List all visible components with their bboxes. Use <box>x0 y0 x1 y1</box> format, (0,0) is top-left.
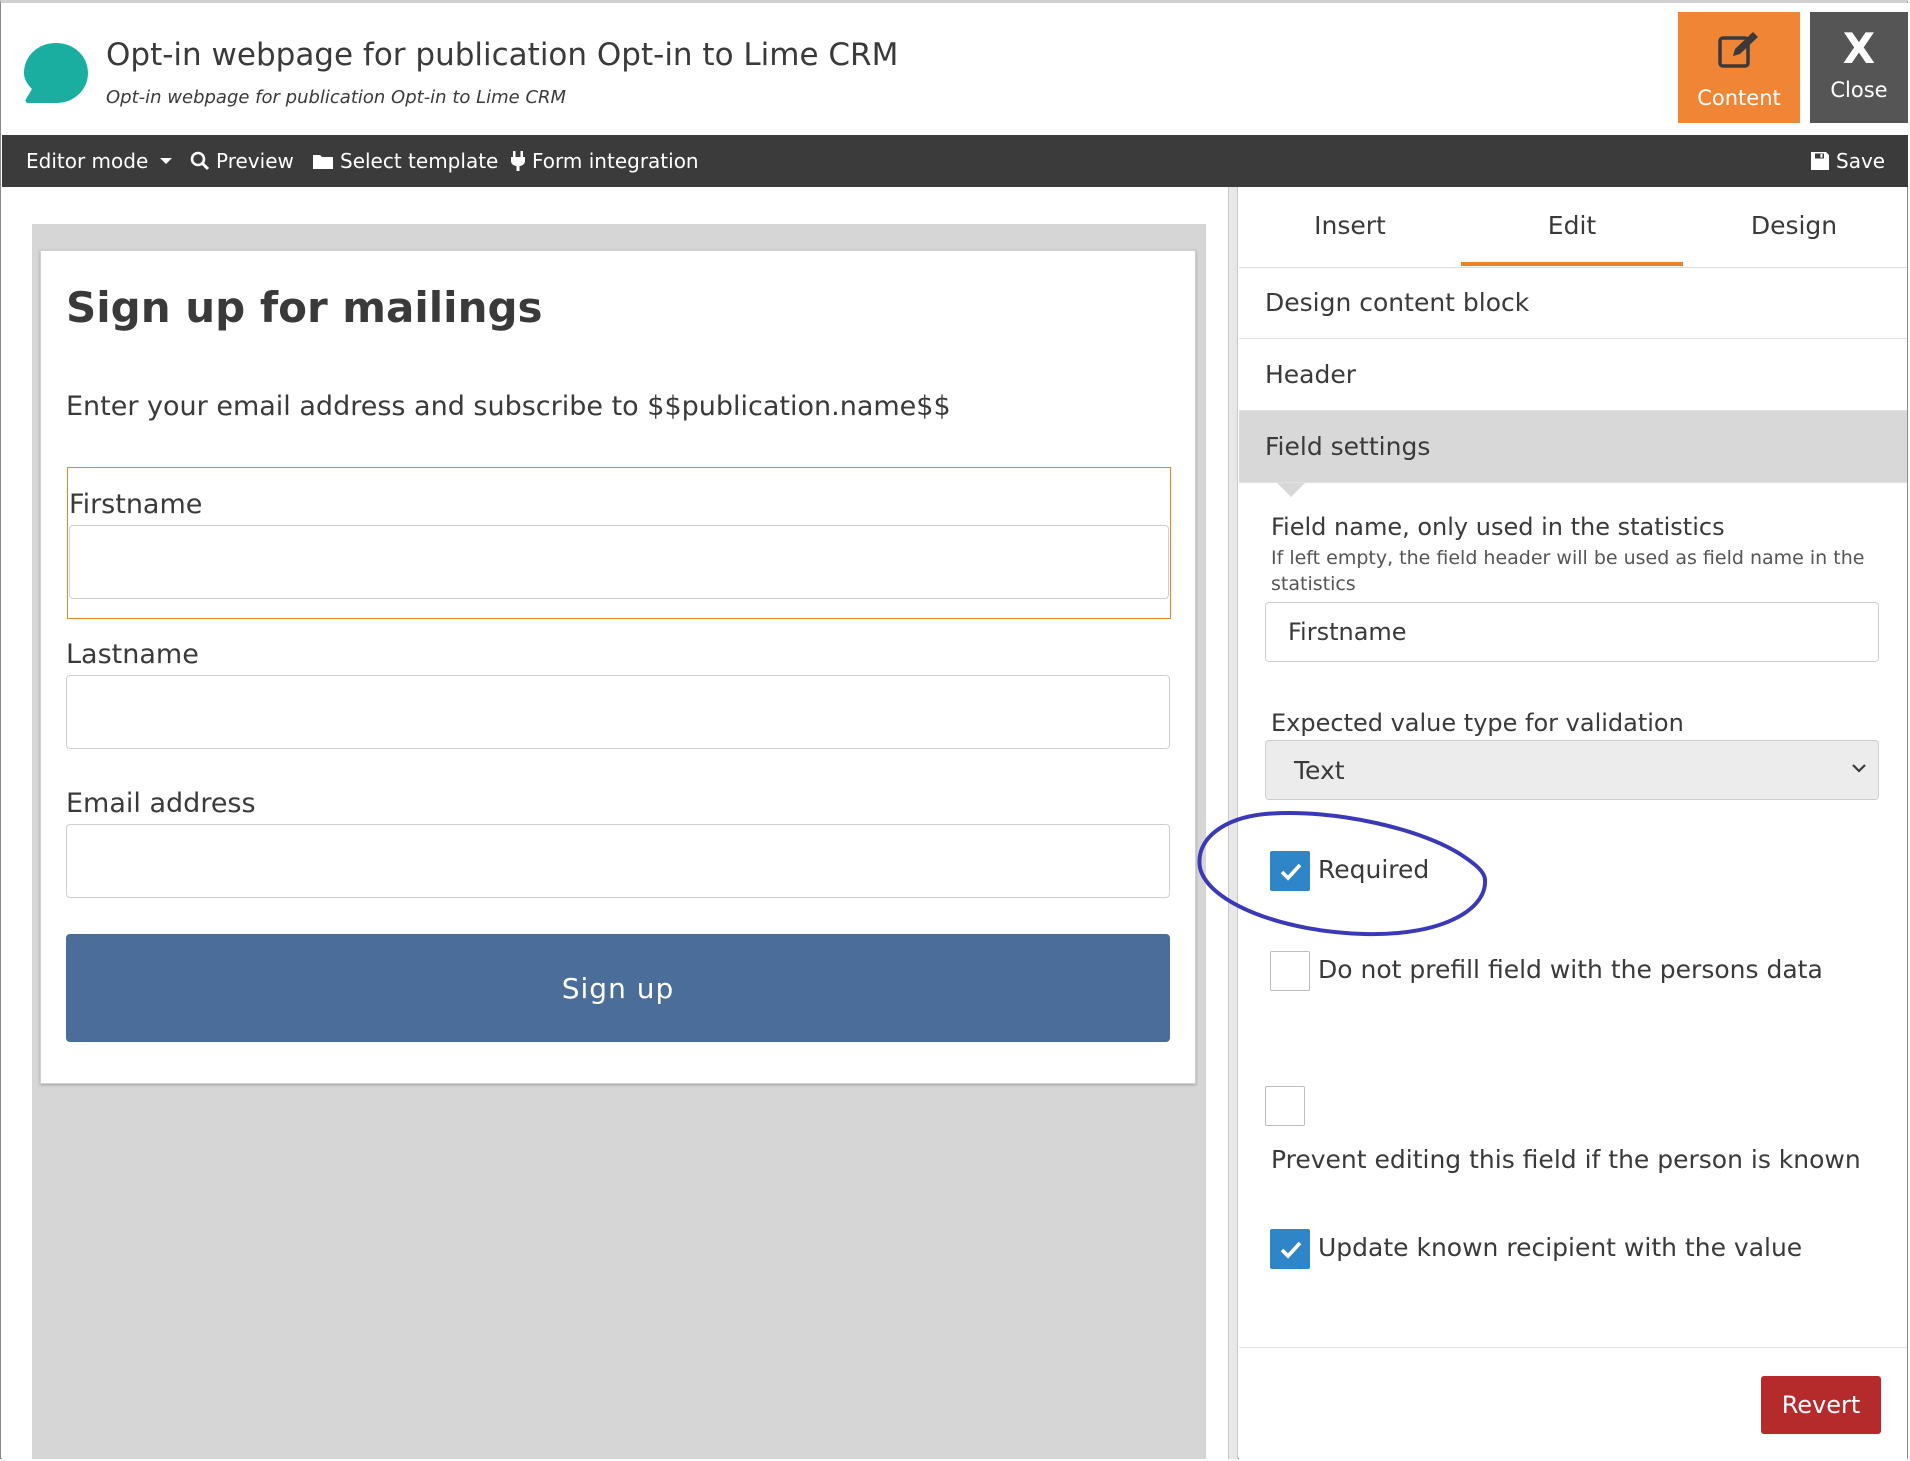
section-label: Design content block <box>1265 288 1530 317</box>
required-checkbox[interactable] <box>1270 851 1310 891</box>
section-design-content-block[interactable]: Design content block <box>1239 267 1907 339</box>
section-header[interactable]: Header <box>1239 339 1907 411</box>
editor-mode-label: Editor mode <box>26 149 149 173</box>
value-type-label: Expected value type for validation <box>1271 709 1684 737</box>
signup-form-card[interactable]: Sign up for mailings Enter your email ad… <box>40 250 1196 1084</box>
panel-tabs: Insert Edit Design <box>1239 187 1907 268</box>
chevron-down-icon <box>1852 764 1866 773</box>
section-label: Header <box>1265 360 1357 389</box>
save-label: Save <box>1836 149 1886 173</box>
editor-toolbar: Editor mode Preview Select template Form… <box>2 135 1908 187</box>
value-type-select[interactable]: Text <box>1265 740 1879 800</box>
field-name-hint: If left empty, the field header will be … <box>1271 547 1865 595</box>
search-icon <box>190 151 210 171</box>
field-name-input[interactable]: Firstname <box>1265 602 1879 662</box>
close-button-label: Close <box>1830 78 1888 102</box>
update-known-checkbox[interactable] <box>1270 1229 1310 1269</box>
tab-design[interactable]: Design <box>1683 211 1905 240</box>
content-button-label: Content <box>1697 86 1781 110</box>
speech-bubble-icon <box>24 43 88 103</box>
lastname-input[interactable] <box>66 675 1170 749</box>
required-label: Required <box>1318 855 1430 884</box>
preview-button[interactable]: Preview <box>190 149 294 173</box>
floppy-disk-icon <box>1811 152 1829 170</box>
app-header: Opt-in webpage for publication Opt-in to… <box>2 3 1908 135</box>
form-integration-label: Form integration <box>532 149 699 173</box>
email-input[interactable] <box>66 824 1170 898</box>
form-integration-button[interactable]: Form integration <box>510 149 699 173</box>
panel-footer-divider <box>1239 1347 1907 1348</box>
form-title: Sign up for mailings <box>66 283 543 332</box>
no-prefill-checkbox[interactable] <box>1270 951 1310 991</box>
update-known-label: Update known recipient with the value <box>1318 1233 1803 1262</box>
check-icon <box>1280 863 1302 881</box>
tab-insert[interactable]: Insert <box>1239 211 1461 240</box>
lastname-label: Lastname <box>66 639 199 670</box>
email-label: Email address <box>66 788 256 819</box>
revert-button[interactable]: Revert <box>1761 1376 1881 1434</box>
form-description: Enter your email address and subscribe t… <box>66 391 951 422</box>
close-button[interactable]: X Close <box>1810 12 1908 123</box>
field-name-label: Field name, only used in the statistics <box>1271 513 1725 541</box>
value-type-selected: Text <box>1294 755 1345 785</box>
caret-down-icon <box>160 158 173 164</box>
active-tab-indicator <box>1461 262 1683 266</box>
editor-mode-dropdown[interactable]: Editor mode <box>26 149 174 173</box>
preview-label: Preview <box>216 149 294 173</box>
plug-icon <box>511 151 525 171</box>
prevent-edit-label: Prevent editing this field if the person… <box>1271 1145 1861 1174</box>
prevent-edit-checkbox[interactable] <box>1265 1086 1305 1126</box>
select-template-label: Select template <box>340 149 499 173</box>
page-title: Opt-in webpage for publication Opt-in to… <box>106 37 899 73</box>
pencil-square-icon <box>1718 32 1758 68</box>
section-label: Field settings <box>1265 432 1431 461</box>
active-section-pointer <box>1277 483 1305 497</box>
folder-icon <box>313 155 333 169</box>
close-icon: X <box>1842 24 1876 73</box>
save-button[interactable]: Save <box>1810 149 1885 173</box>
select-template-button[interactable]: Select template <box>312 149 498 173</box>
tab-edit[interactable]: Edit <box>1461 211 1683 240</box>
check-icon <box>1280 1241 1302 1259</box>
section-field-settings[interactable]: Field settings <box>1239 411 1907 483</box>
sign-up-button[interactable]: Sign up <box>66 934 1170 1042</box>
properties-panel: Insert Edit Design Design content block … <box>1239 187 1907 1459</box>
firstname-input[interactable] <box>69 525 1169 599</box>
firstname-label: Firstname <box>69 489 203 520</box>
panel-splitter[interactable] <box>1228 187 1238 1459</box>
page-subtitle: Opt-in webpage for publication Opt-in to… <box>106 87 567 108</box>
no-prefill-label: Do not prefill field with the persons da… <box>1318 955 1823 984</box>
content-button[interactable]: Content <box>1678 12 1800 123</box>
